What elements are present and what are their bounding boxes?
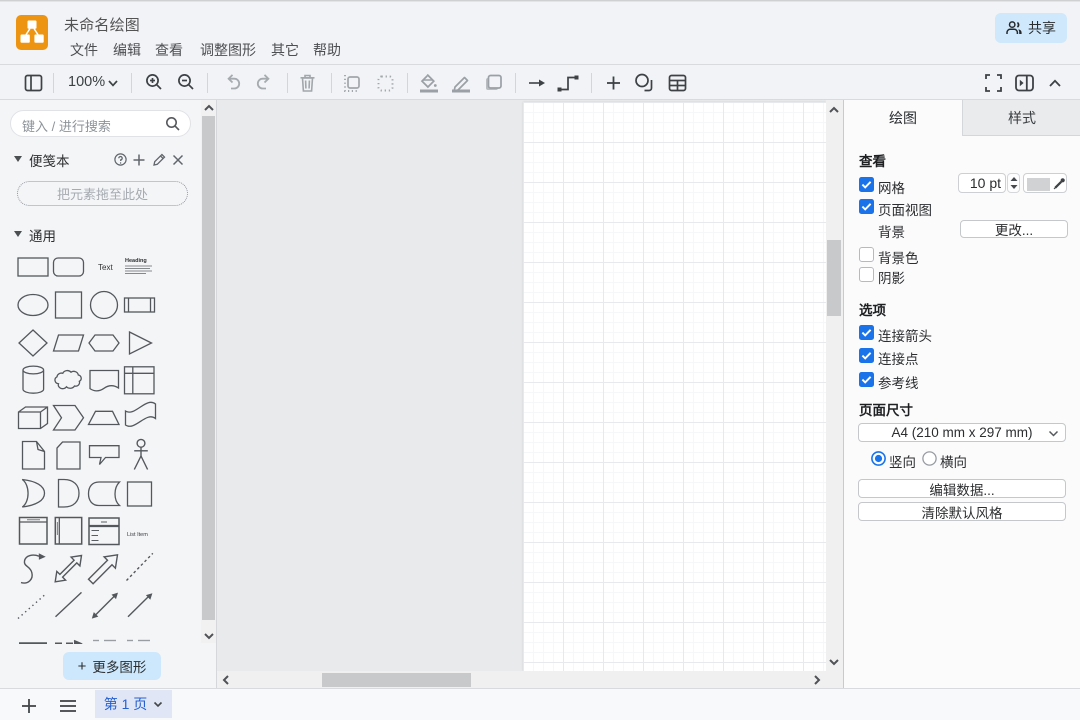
- svg-text:Text: Text: [98, 263, 113, 272]
- svg-text:List Item: List Item: [127, 532, 148, 538]
- svg-text:Heading: Heading: [125, 258, 147, 264]
